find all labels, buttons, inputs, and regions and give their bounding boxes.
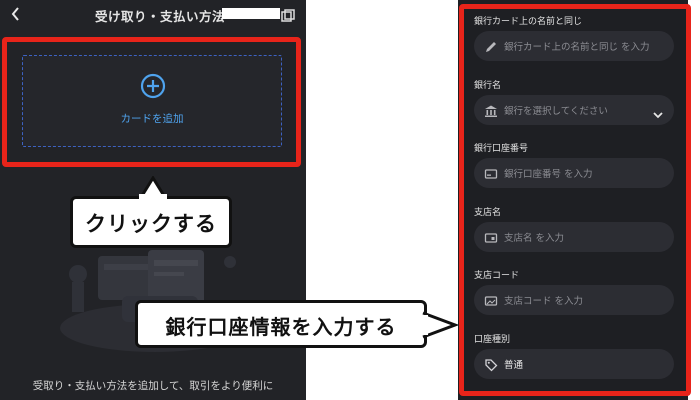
add-card-highlight-frame [2, 37, 301, 167]
bank-info-callout-text: 銀行口座情報を入力する [165, 315, 397, 339]
bank-info-callout: 銀行口座情報を入力する [135, 300, 427, 348]
bank-info-callout-pointer [422, 311, 458, 339]
click-callout: クリックする [70, 196, 232, 248]
click-callout-text: クリックする [85, 212, 217, 236]
form-highlight-frame [459, 4, 691, 396]
empty-state-text: 受取り・支払い方法を追加して、取引をより便利に [32, 380, 274, 392]
copy-icon[interactable] [281, 8, 295, 22]
redacted-area [222, 8, 280, 19]
back-arrow-icon[interactable] [8, 4, 24, 24]
callout-pointer-join [139, 194, 167, 200]
top-bar: 受け取り・支払い方法 [0, 0, 306, 32]
